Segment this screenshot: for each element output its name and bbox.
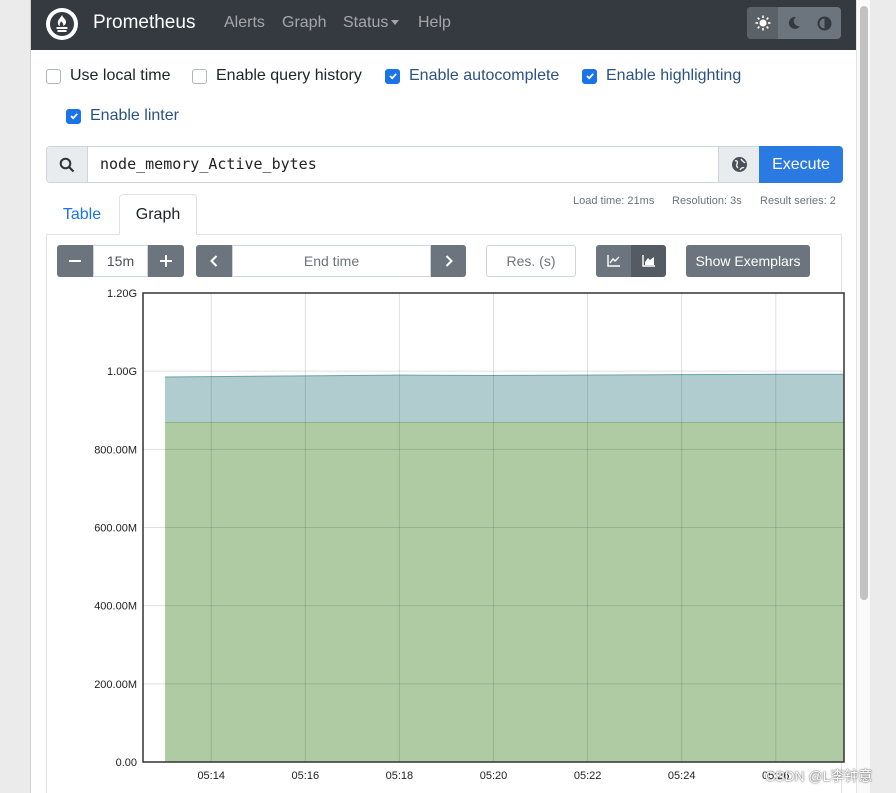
show-exemplars-button[interactable]: Show Exemplars (686, 245, 810, 277)
nav-help[interactable]: Help (418, 14, 451, 32)
chevron-right-icon[interactable] (431, 245, 466, 277)
scrollbar-thumb[interactable] (860, 6, 868, 600)
resolution-input[interactable]: Res. (s) (486, 245, 576, 277)
result-series: Result series: 2 (760, 195, 836, 207)
resolution-info: Resolution: 3s (672, 195, 742, 207)
scrollbar[interactable] (856, 0, 870, 793)
option-query-history[interactable]: Enable query history (192, 67, 362, 85)
checkbox[interactable] (46, 68, 61, 84)
tab-graph[interactable]: Graph (119, 194, 197, 235)
contrast-icon[interactable] (809, 7, 840, 39)
globe-icon[interactable] (718, 147, 759, 182)
option-use-local-time[interactable]: Use local time (46, 67, 170, 85)
nav-status[interactable]: Status (343, 14, 400, 32)
x-tick-label: 05:18 (386, 770, 414, 782)
search-icon (47, 147, 88, 182)
option-label: Enable query history (216, 67, 362, 84)
query-bar: node_memory_Active_bytes Execute (46, 146, 843, 183)
x-tick-label: 05:22 (574, 770, 602, 782)
theme-toggle-group (747, 7, 841, 39)
brand-title[interactable]: Prometheus (93, 12, 195, 34)
series-area-0 (165, 421, 844, 762)
y-tick-label: 400.00M (94, 601, 137, 613)
expression-input[interactable]: node_memory_Active_bytes (100, 155, 317, 173)
load-time: Load time: 21ms (573, 195, 655, 207)
series-area-1 (165, 374, 844, 422)
chevron-down-icon (391, 20, 400, 26)
moon-icon[interactable] (778, 7, 809, 39)
option-label: Use local time (70, 67, 171, 84)
y-tick-label: 800.00M (94, 444, 137, 456)
checkbox[interactable] (192, 68, 207, 84)
y-tick-label: 1.00G (107, 366, 137, 378)
x-tick-label: 05:14 (197, 770, 225, 782)
option-label: Enable autocomplete (409, 67, 560, 84)
browser-window: Prometheus Alerts Graph Status Help Use … (30, 0, 856, 793)
execute-button[interactable]: Execute (759, 146, 843, 183)
checkbox-checked[interactable] (66, 108, 81, 124)
option-label: Enable highlighting (606, 67, 742, 84)
window-background (870, 0, 896, 793)
option-label: Enable linter (90, 107, 179, 124)
end-time-input[interactable]: End time (232, 245, 431, 277)
y-tick-label: 600.00M (94, 523, 137, 535)
y-tick-label: 1.20G (107, 288, 137, 300)
prometheus-logo-icon[interactable] (46, 8, 78, 40)
watermark: CSDN @L李钟意 (765, 768, 873, 784)
line-chart-icon[interactable] (596, 245, 631, 277)
range-input[interactable]: 15m (93, 245, 148, 277)
checkbox-checked[interactable] (385, 68, 400, 84)
option-linter[interactable]: Enable linter (66, 107, 179, 125)
range-increase-button[interactable] (148, 245, 184, 277)
chevron-left-icon[interactable] (196, 245, 232, 277)
nav-graph[interactable]: Graph (282, 14, 326, 32)
navbar: Prometheus Alerts Graph Status Help (31, 0, 856, 50)
y-tick-label: 0.00 (116, 757, 137, 769)
sun-icon[interactable] (747, 7, 778, 39)
x-tick-label: 05:16 (292, 770, 320, 782)
range-decrease-button[interactable] (57, 245, 93, 277)
option-autocomplete[interactable]: Enable autocomplete (385, 67, 559, 85)
area-chart-icon[interactable] (631, 245, 666, 277)
graph-chart[interactable]: 0.00 200.00M 400.00M 600.00M 800.00M 1.00G 1.2… (77, 285, 856, 793)
tab-table[interactable]: Table (46, 194, 118, 235)
checkbox-checked[interactable] (582, 68, 597, 84)
y-tick-label: 200.00M (94, 679, 137, 691)
nav-status-label: Status (343, 14, 389, 31)
x-tick-label: 05:24 (668, 770, 696, 782)
nav-alerts[interactable]: Alerts (224, 14, 265, 32)
option-highlighting[interactable]: Enable highlighting (582, 67, 741, 85)
x-tick-label: 05:20 (480, 770, 508, 782)
